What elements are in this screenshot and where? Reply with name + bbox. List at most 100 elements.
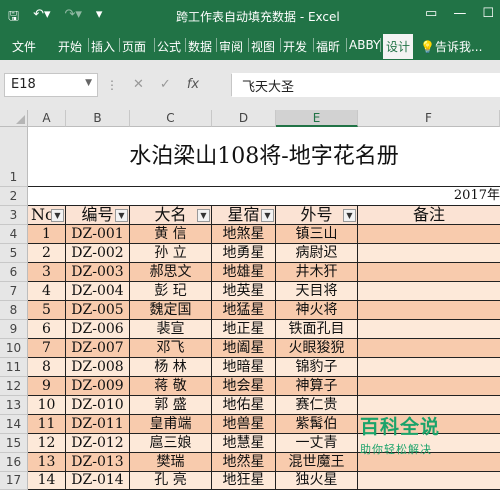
cell-no[interactable]: 1 (28, 225, 66, 244)
cell-nickname[interactable]: 火眼狻猊 (276, 339, 358, 358)
cell-star[interactable]: 地煞星 (212, 225, 276, 244)
column-header-c[interactable]: C (130, 110, 212, 127)
column-header-f[interactable]: F (358, 110, 500, 127)
row-header-14[interactable]: 14 (0, 415, 28, 434)
cell-nickname[interactable]: 病尉迟 (276, 244, 358, 263)
cell-code[interactable]: DZ-004 (66, 282, 130, 301)
tab-design[interactable]: 设计 (383, 34, 414, 59)
tab-file[interactable]: 文件 (12, 38, 36, 55)
cell-notes[interactable] (358, 339, 500, 358)
row-header-2[interactable]: 2 (0, 187, 28, 206)
cell-code[interactable]: DZ-005 (66, 301, 130, 320)
cell-star[interactable]: 地狂星 (212, 472, 276, 490)
tab-abbyy[interactable]: ABBY (349, 38, 380, 52)
cell-code[interactable]: DZ-011 (66, 415, 130, 434)
cell-no[interactable]: 3 (28, 263, 66, 282)
enter-icon[interactable]: ✓ (160, 77, 171, 92)
filter-dropdown-icon[interactable]: ▼ (343, 209, 356, 222)
cell-name[interactable]: 杨 林 (130, 358, 212, 377)
cell-notes[interactable] (358, 244, 500, 263)
cell-nickname[interactable]: 一丈青 (276, 434, 358, 453)
insert-function-icon[interactable]: fx (187, 77, 199, 92)
cell-nickname[interactable]: 井木犴 (276, 263, 358, 282)
tab-data[interactable]: 数据 (188, 38, 212, 55)
formula-input[interactable]: 飞天大圣 (232, 73, 500, 97)
cell-nickname[interactable]: 天目将 (276, 282, 358, 301)
cell-code[interactable]: DZ-012 (66, 434, 130, 453)
cell-nickname[interactable]: 赛仁贵 (276, 396, 358, 415)
minimize-icon[interactable]: — (453, 6, 466, 21)
cell-star[interactable]: 地阖星 (212, 339, 276, 358)
cell-no[interactable]: 13 (28, 453, 66, 472)
cell-star[interactable]: 地暗星 (212, 358, 276, 377)
cell-star[interactable]: 地正星 (212, 320, 276, 339)
cell-star[interactable]: 地英星 (212, 282, 276, 301)
filter-dropdown-icon[interactable]: ▼ (197, 209, 210, 222)
cell-star[interactable]: 地佑星 (212, 396, 276, 415)
cell-code[interactable]: DZ-009 (66, 377, 130, 396)
cell-no[interactable]: 9 (28, 377, 66, 396)
cell-name[interactable]: 孙 立 (130, 244, 212, 263)
cell-notes[interactable] (358, 282, 500, 301)
cell-nickname[interactable]: 混世魔王 (276, 453, 358, 472)
cell-star[interactable]: 地勇星 (212, 244, 276, 263)
cell-code[interactable]: DZ-008 (66, 358, 130, 377)
chevron-down-icon[interactable]: ▼ (85, 78, 92, 88)
row-header-5[interactable]: 5 (0, 244, 28, 263)
cell-star[interactable]: 地兽星 (212, 415, 276, 434)
cancel-icon[interactable]: ✕ (133, 77, 144, 92)
customize-qat-icon[interactable]: ▾ (96, 7, 103, 29)
column-header-a[interactable]: A (28, 110, 66, 127)
filter-dropdown-icon[interactable]: ▼ (115, 209, 128, 222)
tab-review[interactable]: 审阅 (219, 38, 243, 55)
redo-icon[interactable]: ↷▾ (65, 7, 82, 29)
column-header-e[interactable]: E (276, 110, 358, 127)
cell-nickname[interactable]: 紫髯伯 (276, 415, 358, 434)
cell-nickname[interactable]: 神火将 (276, 301, 358, 320)
cell-code[interactable]: DZ-003 (66, 263, 130, 282)
cell-notes[interactable] (358, 358, 500, 377)
cell-name[interactable]: 黄 信 (130, 225, 212, 244)
cell-no[interactable]: 4 (28, 282, 66, 301)
row-header-10[interactable]: 10 (0, 339, 28, 358)
cell-no[interactable]: 11 (28, 415, 66, 434)
tab-foxit[interactable]: 福昕 (316, 38, 340, 55)
cell-name[interactable]: 彭 玘 (130, 282, 212, 301)
cell-code[interactable]: DZ-010 (66, 396, 130, 415)
row-header-13[interactable]: 13 (0, 396, 28, 415)
cell-name[interactable]: 魏定国 (130, 301, 212, 320)
cell-star[interactable]: 地猛星 (212, 301, 276, 320)
save-icon[interactable]: 🖫 (8, 7, 19, 29)
cell-name[interactable]: 皇甫端 (130, 415, 212, 434)
cell-star[interactable]: 地会星 (212, 377, 276, 396)
row-header-1[interactable]: 1 (0, 127, 28, 187)
cell-notes[interactable] (358, 320, 500, 339)
year-label[interactable]: 2017年 (28, 187, 500, 206)
cell-no[interactable]: 10 (28, 396, 66, 415)
tab-view[interactable]: 视图 (251, 38, 275, 55)
cell-nickname[interactable]: 镇三山 (276, 225, 358, 244)
filter-dropdown-icon[interactable]: ▼ (261, 209, 274, 222)
cell-code[interactable]: DZ-001 (66, 225, 130, 244)
cell-notes[interactable] (358, 472, 500, 490)
cell-no[interactable]: 14 (28, 472, 66, 490)
sheet-title[interactable]: 水泊梁山108将-地字花名册 (28, 127, 500, 187)
filter-dropdown-icon[interactable]: ▼ (51, 209, 64, 222)
cell-code[interactable]: DZ-013 (66, 453, 130, 472)
cell-star[interactable]: 地然星 (212, 453, 276, 472)
cell-nickname[interactable]: 铁面孔目 (276, 320, 358, 339)
row-header-16[interactable]: 16 (0, 453, 28, 472)
cell-name[interactable]: 樊瑞 (130, 453, 212, 472)
row-header-17[interactable]: 17 (0, 472, 28, 490)
row-header-7[interactable]: 7 (0, 282, 28, 301)
cell-name[interactable]: 扈三娘 (130, 434, 212, 453)
column-header-d[interactable]: D (212, 110, 276, 127)
cell-notes[interactable] (358, 301, 500, 320)
tab-insert[interactable]: 插入 (91, 38, 115, 55)
more-options-icon[interactable]: ⋮ (106, 78, 118, 92)
cell-nickname[interactable]: 独火星 (276, 472, 358, 490)
row-header-6[interactable]: 6 (0, 263, 28, 282)
header-notes[interactable]: 备注 (358, 206, 500, 225)
row-header-3[interactable]: 3 (0, 206, 28, 225)
select-all-button[interactable] (0, 110, 28, 127)
